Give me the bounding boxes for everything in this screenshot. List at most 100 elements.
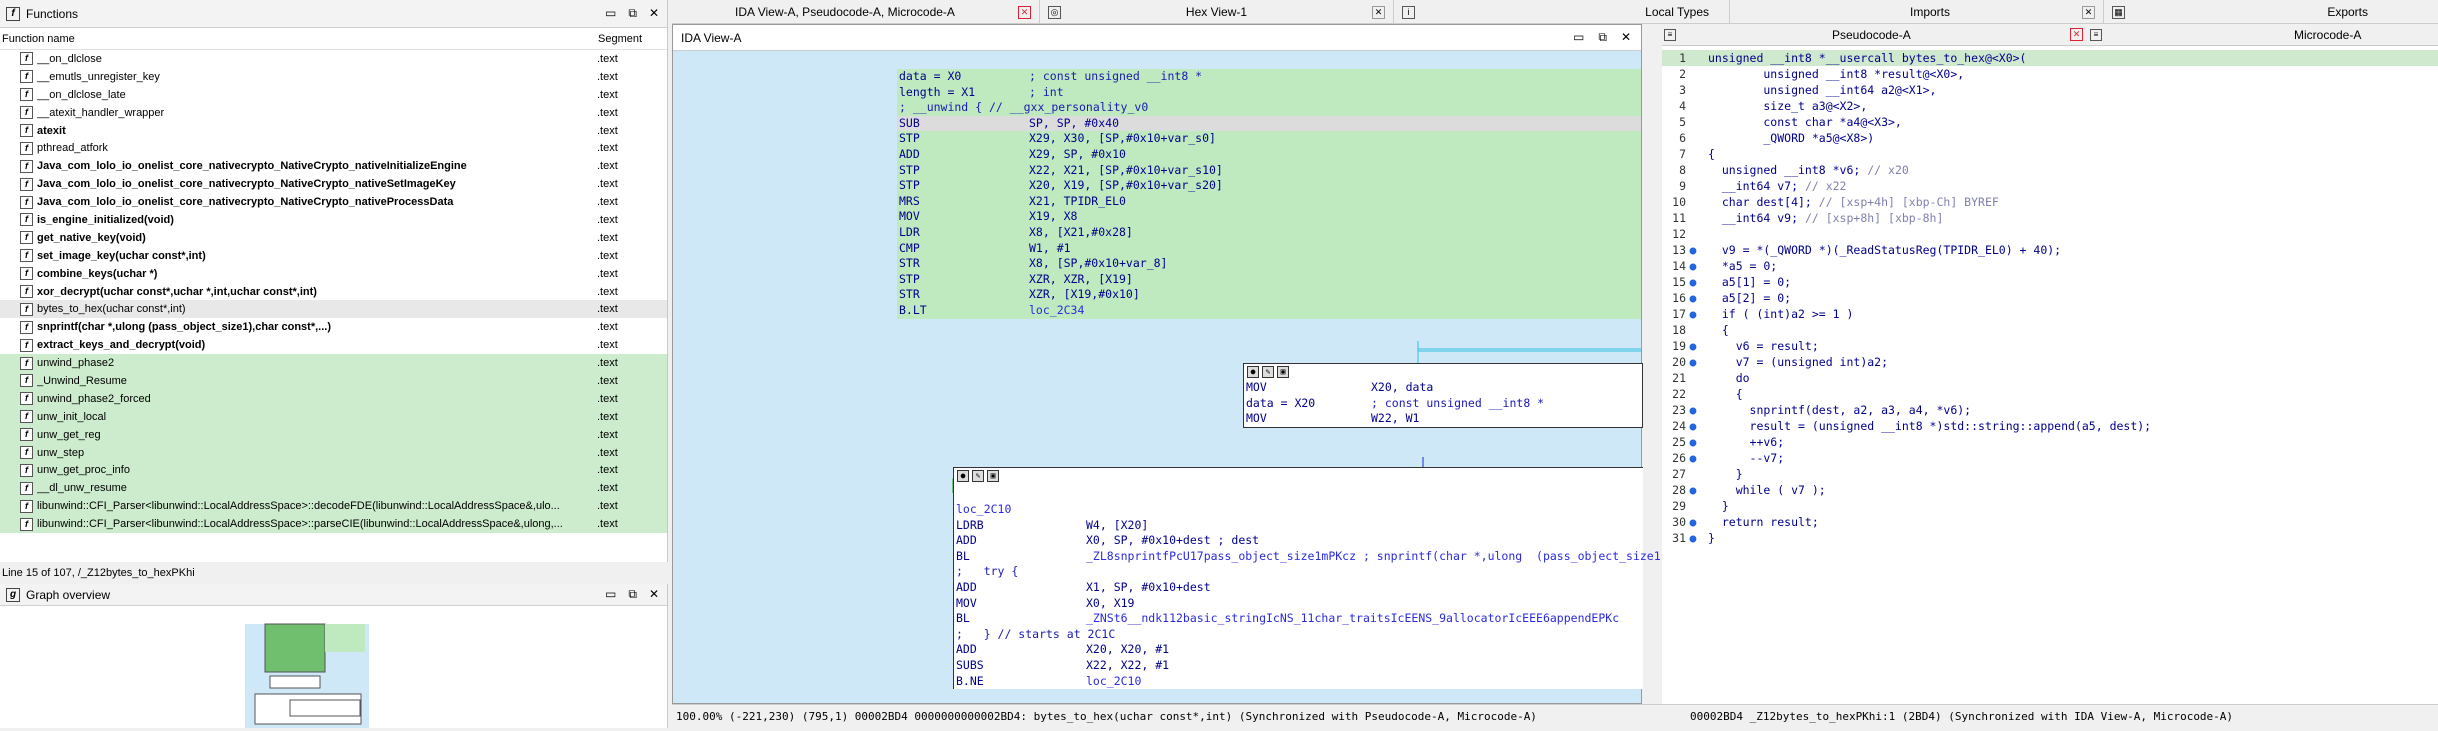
col-function-name[interactable]: Function name xyxy=(0,33,598,45)
breakpoint-dot-icon[interactable]: ● xyxy=(1686,482,1700,498)
asm-line[interactable]: CMP W1, #1 xyxy=(897,240,1641,257)
breakpoint-dot-icon[interactable] xyxy=(1686,386,1700,402)
asm-line[interactable]: ; try { xyxy=(954,564,1643,580)
group-icon[interactable]: ▣ xyxy=(1277,366,1289,378)
function-row[interactable]: f unw_get_proc_info .text xyxy=(0,461,667,480)
pseudocode-line[interactable]: 27 } xyxy=(1662,466,2438,482)
edit-icon[interactable]: ✎ xyxy=(972,470,984,482)
pseudocode-line[interactable]: 1 unsigned __int8 *__usercall bytes_to_he… xyxy=(1662,50,2438,66)
function-row[interactable]: f atexit .text xyxy=(0,122,667,140)
asm-line[interactable]: SUBS X22, X22, #1 xyxy=(954,658,1643,674)
microcode-title[interactable]: Microcode-A xyxy=(2294,28,2361,42)
function-row[interactable]: f extract_keys_and_decrypt(void) .text xyxy=(0,336,667,354)
pseudocode-line[interactable]: 13 ● v9 = *(_QWORD *)(_ReadStatusReg(TPID… xyxy=(1662,242,2438,258)
pseudocode-line[interactable]: 4 size_t a3@<X2>, xyxy=(1662,98,2438,114)
close-icon[interactable]: ✕ xyxy=(1018,5,1031,19)
function-row[interactable]: f libunwind::CFI_Parser<libunwind::LocalA… xyxy=(0,497,667,516)
pseudocode-line[interactable]: 18 { xyxy=(1662,322,2438,338)
pseudocode-line[interactable]: 12 xyxy=(1662,226,2438,242)
col-segment[interactable]: Segment xyxy=(598,33,642,45)
asm-line[interactable]: STP XZR, XZR, [X19] xyxy=(897,271,1641,288)
asm-line[interactable]: ADD X0, SP, #0x10+dest ; dest xyxy=(954,533,1643,549)
pseudocode-line[interactable]: 9 __int64 v7; // x22 xyxy=(1662,178,2438,194)
pseudocode-line[interactable]: 6 _QWORD *a5@<X8>) xyxy=(1662,130,2438,146)
asm-line[interactable]: BL _ZL8snprintfPcU17pass_object_size1mPKc… xyxy=(954,549,1785,565)
pseudocode-line[interactable]: 15 ● a5[1] = 0; xyxy=(1662,274,2438,290)
pseudocode-line[interactable]: 5 const char *a4@<X3>, xyxy=(1662,114,2438,130)
breakpoint-dot-icon[interactable]: ● xyxy=(1686,514,1700,530)
minimize-icon[interactable]: ▭ xyxy=(1573,30,1584,45)
asm-line[interactable]: BL _ZNSt6__ndk112basic_stringIcNS_11char_… xyxy=(954,611,1643,627)
asm-line[interactable]: LDRB W4, [X20] xyxy=(954,518,1643,534)
breakpoint-dot-icon[interactable]: ● xyxy=(1686,290,1700,306)
function-row[interactable]: f set_image_key(uchar const*,int) .text xyxy=(0,247,667,265)
breakpoint-dot-icon[interactable]: ● xyxy=(1686,402,1700,418)
breakpoint-dot-icon[interactable]: ● xyxy=(1686,450,1700,466)
pseudocode-line[interactable]: 21 do xyxy=(1662,370,2438,386)
breakpoint-dot-icon[interactable] xyxy=(1686,130,1700,146)
asm-line[interactable]: MOV W22, W1 xyxy=(1244,411,1642,427)
asm-line[interactable]: LDR X8, [X21,#0x28] xyxy=(897,224,1641,241)
minimize-icon[interactable]: ▭ xyxy=(605,6,616,21)
group-icon[interactable]: ▣ xyxy=(987,470,999,482)
function-row[interactable]: f __dl_unw_resume .text xyxy=(0,479,667,498)
pseudocode-line[interactable]: 23 ● snprintf(dest, a2, a3, a4, *v6); xyxy=(1662,402,2438,418)
asm-line[interactable]: STP X29, X30, [SP,#0x10+var_s0] xyxy=(897,131,1641,147)
asm-line[interactable]: MOV X19, X8 xyxy=(897,209,1641,225)
function-row[interactable]: f Java_com_lolo_io_onelist_core_nativecry… xyxy=(0,175,667,193)
pseudocode-line[interactable]: 24 ● result = (unsigned __int8 *)std::str… xyxy=(1662,418,2438,434)
ida-view-panel[interactable]: IDA View-A ▭ ⧉ ✕ data = X0 ; const unsign… xyxy=(672,24,1785,704)
asm-line[interactable]: B.LT loc_2C34 xyxy=(897,302,1641,319)
asm-line[interactable]: data = X0 ; const unsigned __int8 * xyxy=(897,69,1641,85)
float-icon[interactable]: ⧉ xyxy=(628,6,637,21)
function-row[interactable]: f bytes_to_hex(uchar const*,int) .text xyxy=(0,300,667,319)
breakpoint-dot-icon[interactable] xyxy=(1686,210,1700,226)
color-icon[interactable]: ● xyxy=(957,470,969,482)
pseudocode-line[interactable]: 10 char dest[4]; // [xsp+4h] [xbp-Ch] BY… xyxy=(1662,194,2438,210)
pseudocode-panel[interactable]: ≡ Pseudocode-A ✕ ≡ Microcode-A 1 unsigned… xyxy=(1662,24,2438,704)
breakpoint-dot-icon[interactable] xyxy=(1686,466,1700,482)
breakpoint-dot-icon[interactable] xyxy=(1686,322,1700,338)
function-row[interactable]: f __on_dlclose .text xyxy=(0,50,667,68)
close-icon[interactable]: ✕ xyxy=(2070,28,2083,41)
asm-line[interactable]: data = X20 ; const unsigned __int8 * xyxy=(1244,396,1642,412)
pseudocode-line[interactable]: 17 ● if ( (int)a2 >= 1 ) xyxy=(1662,306,2438,322)
minimize-icon[interactable]: ▭ xyxy=(605,587,616,602)
function-row[interactable]: f _Unwind_Resume .text xyxy=(0,372,667,390)
function-row[interactable]: f pthread_atfork .text xyxy=(0,139,667,157)
function-row[interactable]: f Java_com_lolo_io_onelist_core_nativecry… xyxy=(0,193,667,211)
pseudocode-line[interactable]: 14 ● *a5 = 0; xyxy=(1662,258,2438,274)
pseudocode-line[interactable]: 8 unsigned __int8 *v6; // x20 xyxy=(1662,162,2438,178)
breakpoint-dot-icon[interactable] xyxy=(1686,498,1700,514)
pseudocode-line[interactable]: 25 ● ++v6; xyxy=(1662,434,2438,450)
breakpoint-dot-icon[interactable]: ● xyxy=(1686,354,1700,370)
asm-line[interactable]: STP X20, X19, [SP,#0x10+var_s20] xyxy=(897,178,1641,194)
asm-line[interactable]: ; } // starts at 2C1C xyxy=(954,627,1643,643)
function-row[interactable]: f unwind_phase2 .text xyxy=(0,354,667,373)
function-row[interactable]: f get_native_key(void) .text xyxy=(0,229,667,247)
breakpoint-dot-icon[interactable]: ● xyxy=(1686,242,1700,258)
pseudocode-line[interactable]: 20 ● v7 = (unsigned int)a2; xyxy=(1662,354,2438,370)
pseudocode-line[interactable]: 30 ● return result; xyxy=(1662,514,2438,530)
asm-line[interactable]: ADD X29, SP, #0x10 xyxy=(897,146,1641,163)
breakpoint-dot-icon[interactable] xyxy=(1686,114,1700,130)
pseudocode-line[interactable]: 2 unsigned __int8 *result@<X0>, xyxy=(1662,66,2438,82)
float-icon[interactable]: ⧉ xyxy=(1598,30,1607,45)
function-row[interactable]: f xor_decrypt(uchar const*,uchar *,int,uc… xyxy=(0,283,667,301)
breakpoint-dot-icon[interactable] xyxy=(1686,162,1700,178)
asm-line[interactable]: ; __unwind { // __gxx_personality_v0 xyxy=(897,100,1641,116)
function-row[interactable]: f snprintf(char *,ulong (pass_object_size… xyxy=(0,318,667,336)
close-icon[interactable]: ✕ xyxy=(649,6,659,21)
tab-hex-view[interactable]: ◎ Hex View-1 ✕ xyxy=(1040,0,1394,24)
asm-line[interactable]: B.NE loc_2C10 xyxy=(954,674,1643,690)
tab-imports[interactable]: Imports ✕ xyxy=(1730,0,2104,24)
function-row[interactable]: f __emutls_unregister_key .text xyxy=(0,68,667,86)
pseudocode-line[interactable]: 11 __int64 v9; // [xsp+8h] [xbp-8h] xyxy=(1662,210,2438,226)
breakpoint-dot-icon[interactable]: ● xyxy=(1686,338,1700,354)
asm-line[interactable]: MRS X21, TPIDR_EL0 xyxy=(897,193,1641,210)
graph-overview-canvas[interactable] xyxy=(0,606,668,728)
asm-line[interactable]: loc_2C10 xyxy=(954,502,1643,518)
function-row[interactable]: f unw_get_reg .text xyxy=(0,425,667,444)
breakpoint-dot-icon[interactable]: ● xyxy=(1686,258,1700,274)
breakpoint-dot-icon[interactable] xyxy=(1686,146,1700,162)
